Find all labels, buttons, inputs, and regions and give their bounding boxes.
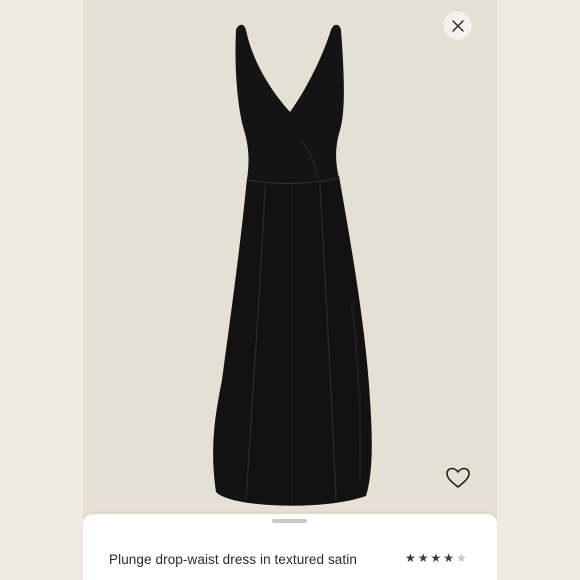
star-icon: ★ <box>456 551 467 565</box>
dress-bodice <box>235 24 344 180</box>
heart-icon <box>446 467 470 488</box>
product-title[interactable]: Plunge drop-waist dress in textured sati… <box>109 552 357 567</box>
product-viewer: Plunge drop-waist dress in textured sati… <box>0 0 580 580</box>
favorite-button[interactable] <box>445 466 471 490</box>
sheet-grabber[interactable] <box>272 519 307 523</box>
star-icon: ★ <box>443 551 455 565</box>
star-icon: ★ <box>405 551 416 565</box>
close-icon <box>451 19 464 32</box>
star-icon: ★ <box>417 551 429 565</box>
dress-illustration <box>213 24 372 506</box>
close-button[interactable] <box>443 11 472 40</box>
star-icon: ★ <box>430 551 442 565</box>
product-info-sheet: Plunge drop-waist dress in textured sati… <box>83 514 497 580</box>
product-rating[interactable]: ★ ★ ★ ★ ★ <box>405 551 467 565</box>
